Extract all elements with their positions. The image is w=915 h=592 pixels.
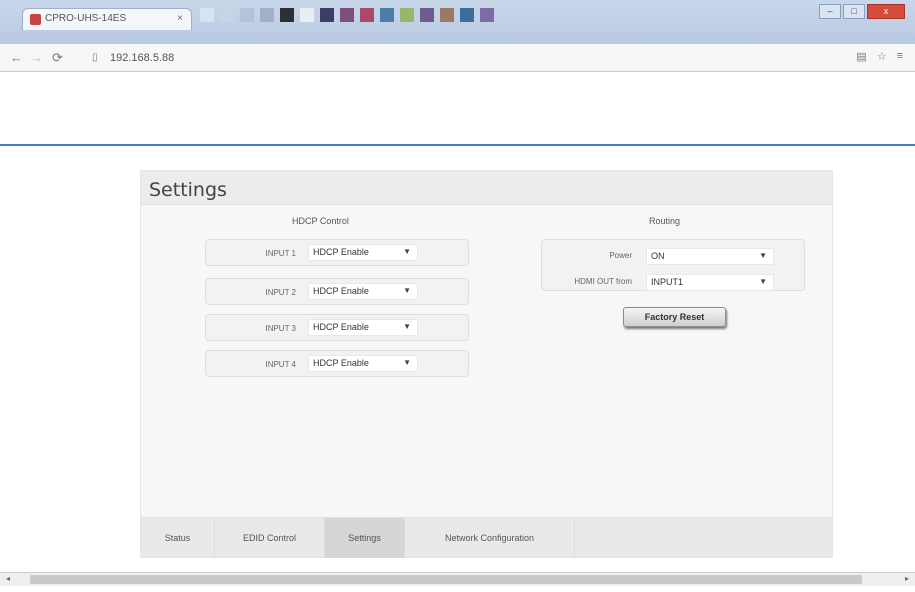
tab-close-icon[interactable]: × bbox=[177, 13, 183, 24]
panel-header: Settings bbox=[141, 171, 832, 205]
settings-panel: Settings HDCP Control INPUT 1 HDCP Enabl… bbox=[140, 170, 833, 558]
input3-hdcp-select[interactable]: HDCP Enable ▼ bbox=[308, 319, 418, 336]
page-icon: ▯ bbox=[92, 52, 98, 63]
hdcp-row-input4: INPUT 4 HDCP Enable ▼ bbox=[205, 350, 469, 377]
power-label: Power bbox=[609, 251, 632, 260]
hdcp-row-input1: INPUT 1 HDCP Enable ▼ bbox=[205, 239, 469, 266]
scrollbar-thumb[interactable] bbox=[30, 575, 862, 584]
scroll-right-icon[interactable]: ▸ bbox=[905, 574, 909, 583]
factory-reset-button[interactable]: Factory Reset bbox=[623, 307, 726, 327]
minimize-button[interactable]: – bbox=[819, 4, 841, 19]
reload-icon[interactable]: ⟳ bbox=[52, 50, 63, 66]
page-header bbox=[0, 72, 915, 146]
horizontal-scrollbar[interactable]: ◂ ▸ bbox=[0, 572, 915, 586]
hdmi-out-select[interactable]: INPUT1 ▼ bbox=[646, 274, 774, 291]
routing-section-title: Routing bbox=[649, 216, 681, 226]
power-select[interactable]: ON ▼ bbox=[646, 248, 774, 265]
hdcp-section-title: HDCP Control bbox=[292, 216, 349, 226]
window-controls: – □ x bbox=[819, 4, 905, 19]
forward-arrow-icon[interactable]: → bbox=[30, 50, 43, 65]
browser-titlebar: CPRO-UHS-14ES × – □ x bbox=[0, 0, 915, 44]
background-thumbnails bbox=[200, 4, 800, 26]
toolbar-actions: ▤ ☆ ≡ bbox=[856, 50, 903, 63]
tab-network-configuration[interactable]: Network Configuration bbox=[405, 518, 575, 558]
hdcp-row-input2: INPUT 2 HDCP Enable ▼ bbox=[205, 278, 469, 305]
input2-hdcp-select[interactable]: HDCP Enable ▼ bbox=[308, 283, 418, 300]
browser-toolbar: ← → ⟳ ▯ 192.168.5.88 ▤ ☆ ≡ bbox=[0, 44, 915, 72]
back-arrow-icon[interactable]: ← bbox=[10, 50, 23, 65]
chevron-down-icon: ▼ bbox=[403, 247, 411, 256]
maximize-button[interactable]: □ bbox=[843, 4, 865, 19]
chevron-down-icon: ▼ bbox=[403, 322, 411, 331]
star-icon[interactable]: ☆ bbox=[877, 50, 887, 63]
chevron-down-icon: ▼ bbox=[403, 286, 411, 295]
tab-status[interactable]: Status bbox=[141, 518, 215, 558]
tab-title: CPRO-UHS-14ES bbox=[45, 13, 127, 24]
tab-edid-control[interactable]: EDID Control bbox=[215, 518, 325, 558]
chevron-down-icon: ▼ bbox=[759, 277, 767, 286]
browser-tab[interactable]: CPRO-UHS-14ES × bbox=[22, 8, 192, 30]
input3-label: INPUT 3 bbox=[265, 324, 296, 333]
page-icon-right[interactable]: ▤ bbox=[856, 50, 866, 63]
tab-settings[interactable]: Settings bbox=[325, 518, 405, 558]
chevron-down-icon: ▼ bbox=[403, 358, 411, 367]
hdmi-out-label: HDMI OUT from bbox=[574, 277, 632, 286]
scroll-left-icon[interactable]: ◂ bbox=[6, 574, 10, 583]
input2-label: INPUT 2 bbox=[265, 288, 296, 297]
favicon-icon bbox=[30, 14, 41, 25]
chevron-down-icon: ▼ bbox=[759, 251, 767, 260]
routing-box: Power ON ▼ HDMI OUT from INPUT1 ▼ bbox=[541, 239, 805, 291]
close-window-button[interactable]: x bbox=[867, 4, 905, 19]
hdcp-row-input3: INPUT 3 HDCP Enable ▼ bbox=[205, 314, 469, 341]
page-title: Settings bbox=[149, 179, 227, 201]
bottom-tabbar: Status EDID Control Settings Network Con… bbox=[141, 517, 832, 558]
input1-label: INPUT 1 bbox=[265, 249, 296, 258]
address-bar[interactable]: 192.168.5.88 bbox=[106, 49, 826, 67]
menu-icon[interactable]: ≡ bbox=[897, 50, 903, 63]
input4-hdcp-select[interactable]: HDCP Enable ▼ bbox=[308, 355, 418, 372]
input4-label: INPUT 4 bbox=[265, 360, 296, 369]
input1-hdcp-select[interactable]: HDCP Enable ▼ bbox=[308, 244, 418, 261]
